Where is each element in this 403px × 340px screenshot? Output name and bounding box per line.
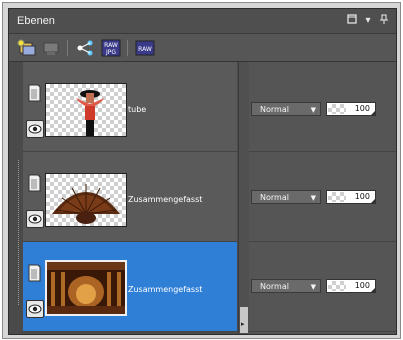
menu-dropdown-icon[interactable]: ▾ xyxy=(361,14,375,28)
panel-titlebar: Ebenen ▾ xyxy=(9,9,396,34)
toolbar-separator xyxy=(67,40,68,56)
layer-thumbnail[interactable] xyxy=(45,260,127,316)
blend-mode-select[interactable]: Normal ▼ xyxy=(251,102,321,116)
pin-icon[interactable] xyxy=(377,14,391,28)
chevron-down-icon: ▼ xyxy=(310,106,316,114)
resize-corner-icon xyxy=(371,288,375,292)
blend-mode-value: Normal xyxy=(260,105,289,114)
opacity-checker-icon xyxy=(328,104,346,114)
blend-mode-select[interactable]: Normal ▼ xyxy=(251,190,321,204)
layers-toolbar: RAW JPG RAW xyxy=(9,34,396,62)
new-layer-icon[interactable] xyxy=(17,39,37,57)
panel-title: Ebenen xyxy=(17,15,55,27)
opacity-field[interactable]: 100 xyxy=(326,279,376,293)
scroll-arrow-icon[interactable]: ▸ xyxy=(241,320,245,328)
svg-text:RAW: RAW xyxy=(138,46,152,53)
blend-mode-value: Normal xyxy=(260,282,289,291)
resize-corner-icon xyxy=(371,199,375,203)
layer-name: tube xyxy=(128,105,147,114)
mask-icon[interactable] xyxy=(26,264,42,282)
layer-thumbnail[interactable] xyxy=(45,173,127,227)
group-line xyxy=(18,160,20,305)
layer-name: Zusammengefasst xyxy=(128,285,203,294)
resize-corner-icon xyxy=(371,111,375,115)
layers-window: Ebenen ▾ RAW JPG RAW tube Zusammengefass… xyxy=(2,2,401,339)
toolbar-separator xyxy=(127,40,128,56)
chevron-down-icon: ▼ xyxy=(310,194,316,202)
share-icon[interactable] xyxy=(75,39,95,57)
opacity-value: 100 xyxy=(354,192,370,201)
raw-icon[interactable]: RAW xyxy=(135,39,155,57)
raw-jpg-icon[interactable]: RAW JPG xyxy=(101,39,121,57)
mask-icon[interactable] xyxy=(26,84,42,102)
mask-icon[interactable] xyxy=(26,174,42,192)
layer-row[interactable]: Zusammengefasst xyxy=(23,152,237,242)
svg-text:RAW: RAW xyxy=(104,42,118,49)
layer-name: Zusammengefasst xyxy=(128,195,203,204)
chevron-down-icon: ▼ xyxy=(310,283,316,291)
visibility-eye-icon[interactable] xyxy=(26,300,44,318)
opacity-value: 100 xyxy=(354,281,370,290)
layer-gutter xyxy=(9,62,23,334)
layer-properties-icon[interactable] xyxy=(41,39,61,57)
layer-properties-column: Normal ▼ 100 Normal ▼ 100 Normal ▼ 100 xyxy=(249,62,396,334)
layer-props-row: Normal ▼ 100 xyxy=(249,242,396,332)
layer-row-selected[interactable]: Zusammengefasst xyxy=(23,242,237,332)
blend-mode-value: Normal xyxy=(260,193,289,202)
opacity-field[interactable]: 100 xyxy=(326,102,376,116)
maximize-icon[interactable] xyxy=(345,14,359,28)
svg-text:JPG: JPG xyxy=(105,49,116,56)
layer-thumbnail[interactable] xyxy=(45,83,127,137)
opacity-value: 100 xyxy=(354,104,370,113)
opacity-checker-icon xyxy=(328,192,346,202)
layer-props-row: Normal ▼ 100 xyxy=(249,152,396,242)
blend-mode-select[interactable]: Normal ▼ xyxy=(251,279,321,293)
layers-panel: Ebenen ▾ RAW JPG RAW tube Zusammengefass… xyxy=(8,8,397,335)
layer-list: tube Zusammengefasst Zusammengefasst xyxy=(23,62,237,334)
opacity-field[interactable]: 100 xyxy=(326,190,376,204)
layer-props-row: Normal ▼ 100 xyxy=(249,62,396,152)
layer-row[interactable]: tube xyxy=(23,62,237,152)
visibility-eye-icon[interactable] xyxy=(26,210,44,228)
visibility-eye-icon[interactable] xyxy=(26,120,44,138)
opacity-checker-icon xyxy=(328,281,346,291)
